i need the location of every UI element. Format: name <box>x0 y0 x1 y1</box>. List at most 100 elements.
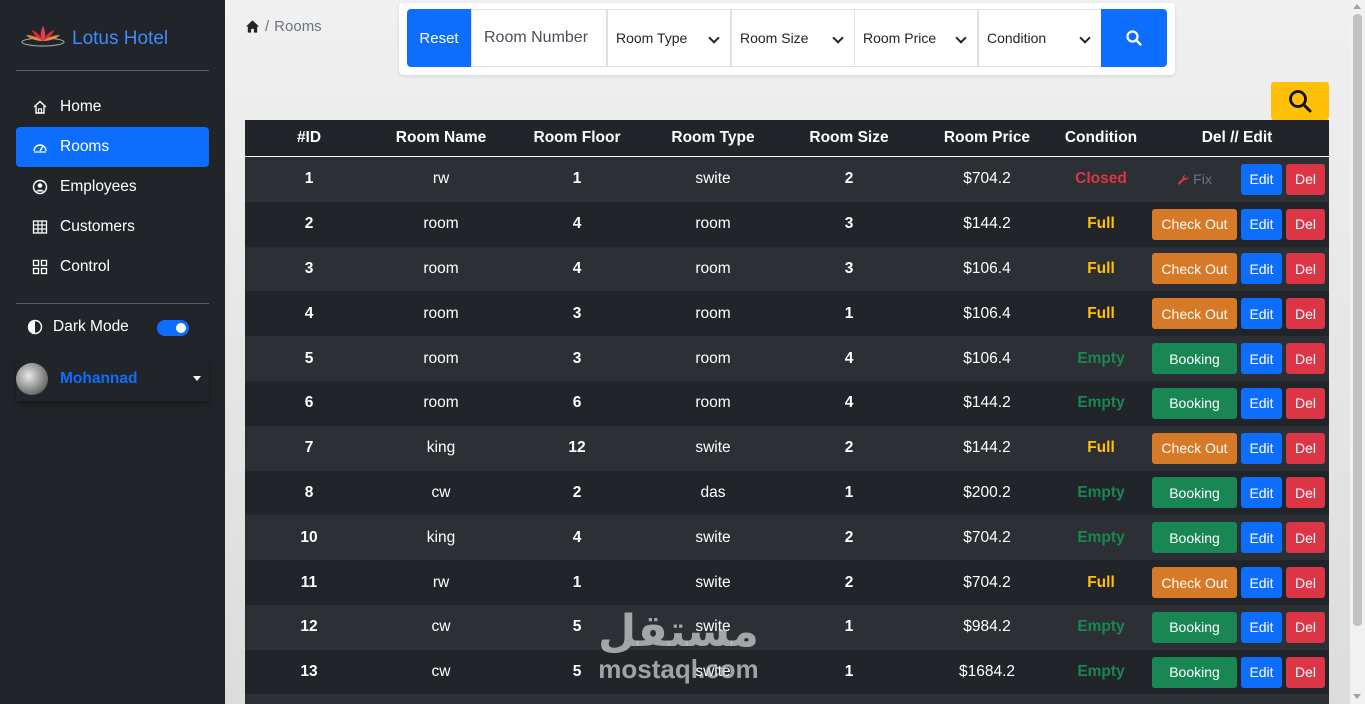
room-number-input[interactable]: Room Number <box>471 9 607 67</box>
header-room-type: Room Type <box>671 129 755 146</box>
cell-room-size: 4 <box>844 394 854 412</box>
table-row: 13 cw 5 swite 1 $1684.2 Empty Booking Ed… <box>245 649 1329 695</box>
room-size-select[interactable]: Room Size <box>731 9 855 67</box>
delete-button[interactable]: Del <box>1286 163 1325 195</box>
home-icon[interactable] <box>245 19 260 34</box>
breadcrumb-current: Rooms <box>274 18 322 35</box>
search-button[interactable] <box>1101 9 1167 67</box>
cell-actions: Booking Edit Del <box>1145 611 1329 643</box>
delete-button[interactable]: Del <box>1286 611 1325 643</box>
delete-button[interactable]: Del <box>1286 298 1325 330</box>
cell-room-name: king <box>426 528 456 546</box>
cell-id: 8 <box>304 483 314 501</box>
cell-room-name: cw <box>431 483 451 501</box>
booking-button[interactable]: Booking <box>1152 656 1237 688</box>
brand[interactable]: Lotus Hotel <box>20 22 168 55</box>
sidebar-item-control[interactable]: Control <box>16 247 209 287</box>
edit-button[interactable]: Edit <box>1241 343 1282 375</box>
cell-room-type: room <box>695 215 731 233</box>
page-scrollbar[interactable] <box>1350 0 1365 704</box>
cell-room-price: $200.2 <box>963 483 1011 501</box>
cell-condition: Empty <box>1077 663 1125 681</box>
check-out-button[interactable]: Check Out <box>1152 253 1237 285</box>
reset-button[interactable]: Reset <box>407 9 471 67</box>
delete-button[interactable]: Del <box>1286 387 1325 419</box>
cell-room-floor: 4 <box>572 259 582 277</box>
delete-button[interactable]: Del <box>1286 253 1325 285</box>
delete-button[interactable]: Del <box>1286 522 1325 554</box>
booking-button[interactable]: Booking <box>1152 343 1237 375</box>
edit-button[interactable]: Edit <box>1241 387 1282 419</box>
room-type-select[interactable]: Room Type <box>607 9 731 67</box>
delete-button[interactable]: Del <box>1286 343 1325 375</box>
booking-button[interactable]: Booking <box>1152 522 1237 554</box>
condition-select[interactable]: Condition <box>978 9 1102 67</box>
dark-mode-toggle[interactable] <box>157 320 189 336</box>
cell-actions: Booking Edit Del <box>1145 656 1329 688</box>
cell-room-size: 4 <box>844 349 854 367</box>
check-out-button[interactable]: Check Out <box>1152 298 1237 330</box>
cell-room-name: room <box>423 259 459 277</box>
caret-down-icon <box>193 376 201 381</box>
toggle-search-button[interactable] <box>1271 82 1329 120</box>
cell-room-floor: 6 <box>572 394 582 412</box>
check-out-button[interactable]: Check Out <box>1152 567 1237 599</box>
search-icon <box>1289 90 1312 113</box>
dashboard-icon <box>33 144 47 153</box>
booking-button[interactable]: Booking <box>1152 477 1237 509</box>
home-icon <box>33 100 47 114</box>
check-out-button[interactable]: Check Out <box>1152 432 1237 464</box>
sidebar-item-rooms[interactable]: Rooms <box>16 127 209 167</box>
table-row: 6 room 6 room 4 $144.2 Empty Booking Edi… <box>245 380 1329 426</box>
edit-button[interactable]: Edit <box>1241 253 1282 285</box>
header-room-price: Room Price <box>943 129 1031 146</box>
cell-id: 1 <box>304 170 314 188</box>
cell-room-floor: 2 <box>572 483 582 501</box>
delete-button[interactable]: Del <box>1286 656 1325 688</box>
header-room-floor: Room Floor <box>533 129 621 146</box>
edit-button[interactable]: Edit <box>1241 611 1282 643</box>
edit-button[interactable]: Edit <box>1241 477 1282 509</box>
check-out-button[interactable]: Check Out <box>1152 208 1237 240</box>
edit-button[interactable]: Edit <box>1241 163 1282 195</box>
delete-button[interactable]: Del <box>1286 432 1325 464</box>
user-dropdown[interactable]: Mohannad <box>16 357 209 401</box>
scroll-up-icon[interactable] <box>1353 4 1361 9</box>
sidebar-item-employees[interactable]: Employees <box>16 167 209 207</box>
dark-mode-row: Dark Mode <box>27 318 189 336</box>
edit-button[interactable]: Edit <box>1241 656 1282 688</box>
cell-actions: Check Out Edit Del <box>1145 567 1329 599</box>
sidebar-item-customers[interactable]: Customers <box>16 207 209 247</box>
cell-condition: Full <box>1087 573 1115 591</box>
table-row: 11 rw 1 swite 2 $704.2 Full Check Out Ed… <box>245 560 1329 605</box>
delete-button[interactable]: Del <box>1286 567 1325 599</box>
lotus-logo-icon <box>20 22 66 55</box>
sidebar-item-home[interactable]: Home <box>16 87 209 127</box>
brand-name: Lotus Hotel <box>72 27 169 49</box>
cell-room-floor: 1 <box>572 573 582 591</box>
cell-room-name: room <box>423 349 459 367</box>
cell-room-size: 2 <box>844 170 854 188</box>
cell-room-name: rw <box>432 170 450 188</box>
cell-room-floor: 1 <box>572 170 582 188</box>
edit-button[interactable]: Edit <box>1241 567 1282 599</box>
fix-button[interactable]: Fix <box>1152 164 1237 195</box>
edit-button[interactable]: Edit <box>1241 522 1282 554</box>
booking-button[interactable]: Booking <box>1152 611 1237 643</box>
cell-room-size: 1 <box>844 304 854 322</box>
sidebar-item-label: Rooms <box>60 138 110 155</box>
scroll-thumb[interactable] <box>1353 14 1362 626</box>
delete-button[interactable]: Del <box>1286 477 1325 509</box>
edit-button[interactable]: Edit <box>1241 298 1282 330</box>
edit-button[interactable]: Edit <box>1241 432 1282 464</box>
cell-room-type: swite <box>695 528 731 546</box>
cell-actions: Check Out Edit Del <box>1145 432 1329 464</box>
room-price-select[interactable]: Room Price <box>854 9 978 67</box>
edit-button[interactable]: Edit <box>1241 208 1282 240</box>
cell-room-price: $106.4 <box>963 259 1011 277</box>
cell-actions: Booking Edit Del <box>1145 343 1329 375</box>
booking-button[interactable]: Booking <box>1152 387 1237 419</box>
scroll-down-icon[interactable] <box>1353 694 1361 699</box>
delete-button[interactable]: Del <box>1286 208 1325 240</box>
cell-room-size: 1 <box>844 618 854 636</box>
